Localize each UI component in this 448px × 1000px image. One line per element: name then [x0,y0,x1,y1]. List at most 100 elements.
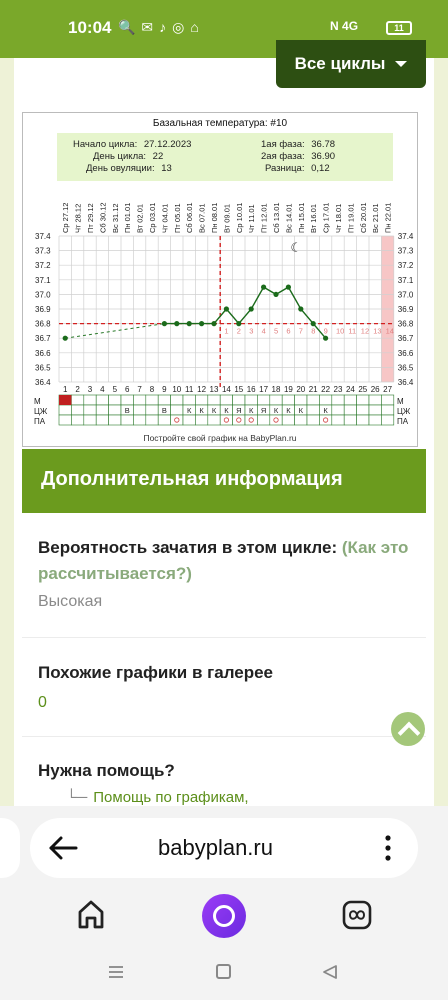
y-tick-label-right: 37.1 [398,276,414,285]
y-tick-label-left: 36.8 [35,320,51,329]
y-tick-label-right: 36.8 [398,320,414,329]
cycle-grid-cell [170,414,184,426]
luteal-day-label: 11 [348,327,356,336]
status-time: 10:04 [68,18,112,37]
data-point [161,321,167,327]
similar-charts-count[interactable]: 0 [38,694,273,712]
cycle-grid-cell [157,414,171,426]
cycle-grid-cell [83,394,97,406]
x-date-label: Ср 17.01 [322,203,331,233]
series-gap-line [65,323,165,339]
svg-text:2ая фаза: 36.90: 2ая фаза: 36.90 [261,151,335,162]
cycle-grid-cell [257,394,271,406]
row-label-cz: ЦЖ [34,407,48,416]
y-tick-label-left: 37.4 [35,232,51,241]
chart-title: Базальная температура: #10 [153,118,288,129]
cycle-grid-cell [381,404,395,416]
phase1-label: 1ая фаза: [261,139,305,150]
home-icon[interactable] [76,898,106,930]
phase2-value: 36.90 [311,151,335,162]
cycle-grid-cell [219,414,233,426]
x-day-label: 17 [259,385,268,394]
all-cycles-button[interactable]: Все циклы [276,40,426,88]
x-date-label: Пн 15.01 [297,203,306,233]
scroll-to-top-button[interactable] [391,712,425,746]
luteal-day-label: 12 [361,327,369,336]
x-day-label: 12 [197,385,206,394]
system-back-icon[interactable] [322,964,338,980]
cervical-mucus-mark: В [125,406,130,415]
cycle-grid-cell [170,394,184,406]
cycle-grid-cell [306,404,320,416]
data-point [211,321,217,327]
alice-assistant-button[interactable] [202,894,246,938]
cervical-mucus-mark: В [162,406,167,415]
cycle-grid-cell [281,394,295,406]
help-charts-link[interactable]: Помощь по графикам, [93,789,248,806]
cycle-grid-cell [232,414,246,426]
x-date-label: Чт 18.01 [334,204,343,233]
page-margin-right [434,58,448,806]
more-menu-icon[interactable] [384,834,392,862]
url-text[interactable]: babyplan.ru [158,835,273,861]
y-tick-label-right: 37.4 [398,232,414,241]
x-day-label: 9 [162,385,167,394]
cycle-grid-cell [368,414,382,426]
similar-charts-title: Похожие графики в галерее [38,663,274,682]
cycle-grid-cell [381,394,395,406]
tabs-icon[interactable] [342,900,372,930]
x-day-label: 27 [383,385,392,394]
cycle-grid-cell [195,414,209,426]
cycle-grid-cell [343,404,357,416]
x-date-label: Сб 13.01 [272,202,281,233]
cycle-grid-cell [294,414,308,426]
cycle-grid-cell [83,414,97,426]
y-tick-label-right: 37.2 [398,261,414,270]
cycle-grid-cell [133,404,147,416]
x-date-label: Пн 22.01 [384,203,393,233]
y-tick-label-left: 37.1 [35,276,51,285]
cycle-grid-cell [95,414,109,426]
help-link-row: └─ Помощь по графикам, [66,789,249,806]
x-date-label: Ср 10.01 [235,203,244,233]
x-date-label: Сб 20.01 [359,202,368,233]
caret-down-icon [395,61,408,67]
system-home-icon[interactable] [216,964,231,979]
luteal-day-label: 9 [324,327,328,336]
x-date-label: Пт 19.01 [346,203,355,233]
cycle-grid-cell [356,414,370,426]
cervical-mucus-mark: Я [261,406,266,415]
luteal-day-label: 4 [262,327,266,336]
divider [22,736,426,737]
cycle-day-label: День цикла: [93,151,146,162]
x-day-label: 5 [113,385,118,394]
x-day-label: 1 [63,385,68,394]
cycle-grid-cell [319,414,333,426]
x-day-label: 14 [222,385,231,394]
notification-icons: 🔍✉♪◎⌂ [118,19,205,35]
data-point [273,291,279,297]
x-day-label: 26 [371,385,380,394]
cycle-grid-cell [356,404,370,416]
x-day-label: 15 [234,385,243,394]
data-point [310,321,316,327]
cycle-grid-cell [182,394,196,406]
luteal-day-label: 14 [386,327,394,336]
data-point [285,284,291,290]
previous-tab-peek[interactable] [0,818,20,878]
row-label-m-right: М [397,397,404,406]
x-day-label: 7 [137,385,142,394]
back-arrow-icon[interactable] [48,834,78,862]
cycle-grid-cell [195,394,209,406]
data-point [261,284,267,290]
menstruation-marker [59,395,72,405]
recent-apps-icon[interactable] [108,964,124,980]
chart-footer: Постройте свой график на BabyPlan.ru [143,433,296,443]
cycle-grid-cell [319,394,333,406]
row-label-pa-right: ПА [397,417,409,426]
cycle-grid-cell [157,394,171,406]
y-tick-label-left: 36.7 [35,334,51,343]
cycle-grid-cell [133,394,147,406]
cycle-grid-cell [331,414,345,426]
cervical-mucus-mark: К [187,406,192,415]
